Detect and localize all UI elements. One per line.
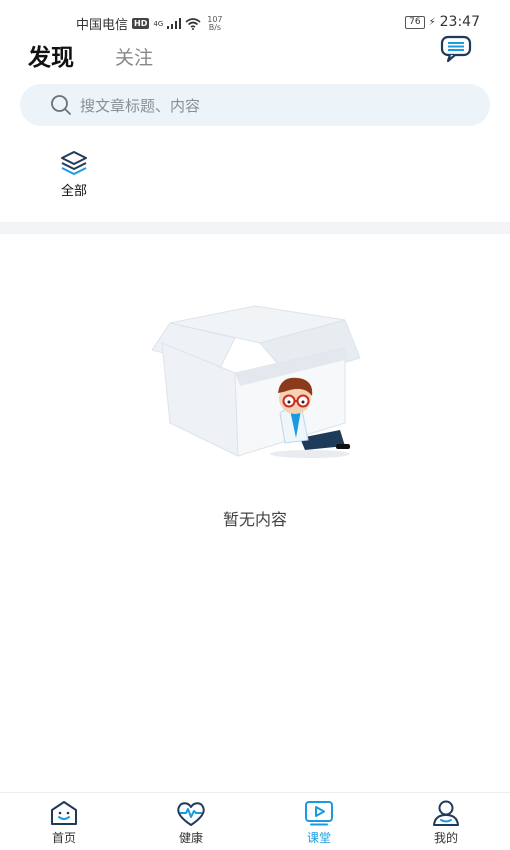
nav-label-health: 健康 [178,831,203,845]
speed-unit: B/s [208,22,222,32]
bottom-nav: 首页 健康 课堂 我的 [0,792,510,850]
nav-item-home[interactable]: 首页 [24,799,104,846]
nav-item-health[interactable]: 健康 [151,799,231,846]
message-icon[interactable] [440,34,472,64]
nav-item-classroom[interactable]: 课堂 [279,799,359,846]
heart-pulse-icon [177,802,205,826]
network-type: 4G [153,19,164,28]
network-speed: 107 B/s [207,15,222,32]
search-placeholder: 搜文章标题、内容 [80,96,201,115]
wifi-icon [185,17,201,30]
nav-label-home: 首页 [51,831,76,845]
tab-follow[interactable]: 关注 [115,43,153,70]
search-bar[interactable]: 搜文章标题、内容 [20,84,490,126]
category-label: 全部 [60,184,87,199]
video-play-icon [305,801,333,826]
tab-discover[interactable]: 发现 [28,38,74,72]
empty-state-text: 暂无内容 [222,510,287,529]
nav-label-classroom: 课堂 [306,831,331,845]
home-face-icon [51,801,77,825]
status-right: 76 ⚡ 23:47 [405,14,480,30]
person-icon [433,800,459,826]
nav-item-mine[interactable]: 我的 [406,799,486,846]
search-icon [51,95,71,115]
carrier-name: 中国电信 [76,18,129,33]
layers-icon [61,151,87,175]
hd-badge: HD [132,18,150,29]
signal-icon [167,18,182,29]
empty-box-illustration [151,305,361,458]
clock: 23:47 [439,14,480,30]
category-item-all[interactable]: 全部 [48,150,100,200]
section-divider [0,222,510,234]
battery-icon: 76 [405,15,425,29]
status-bar: 中国电信 HD 4G 107 B/s 76 ⚡ 23:47 [0,0,510,34]
nav-label-mine: 我的 [433,831,458,845]
charging-icon: ⚡ [428,16,436,28]
status-left: 中国电信 HD 4G 107 B/s [76,14,223,33]
top-header: 发现 关注 [0,34,510,78]
